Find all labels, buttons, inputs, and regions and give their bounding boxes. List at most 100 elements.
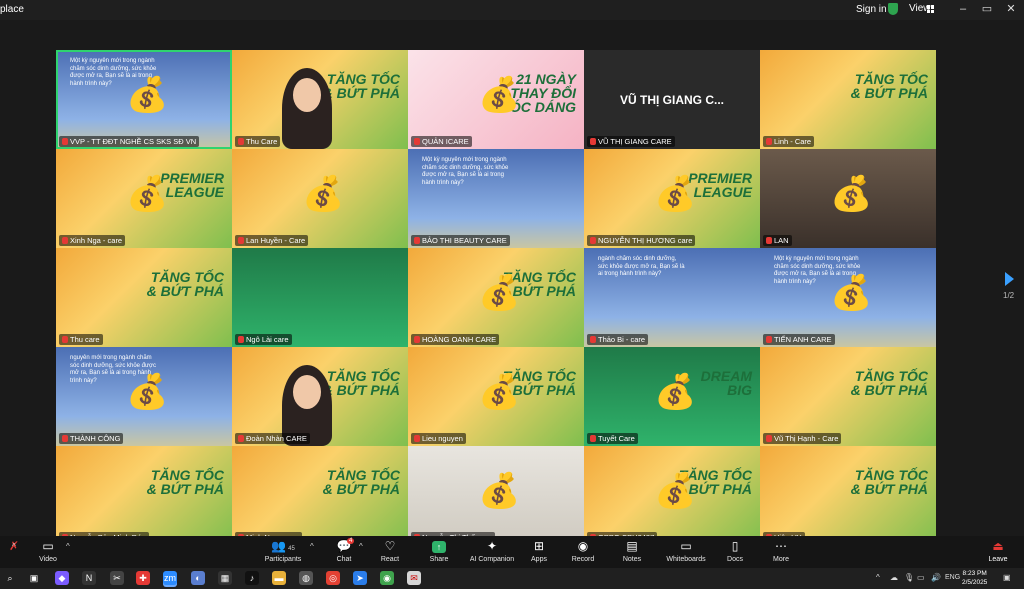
money-bag-sticker-icon: 💰	[302, 175, 345, 213]
participant-tile[interactable]: TĂNG TỐC & BỨT PHÁMinh Ngọc care	[232, 446, 408, 545]
participant-tile[interactable]: Một kỳ nguyên mới trong ngành chăm sóc d…	[408, 149, 584, 248]
window-titlebar: place Sign in View – ▭ ✕	[0, 0, 1024, 20]
capcut-icon[interactable]: ✂	[110, 571, 124, 585]
participant-tile[interactable]: nguyên mới trong ngành chăm sóc dinh dưỡ…	[56, 347, 232, 446]
mic-muted-icon	[62, 336, 68, 343]
participant-tile[interactable]: TĂNG TỐC & BỨT PHÁ Vũ Thị Hạnh - Care	[760, 347, 936, 446]
notion-icon[interactable]: N	[82, 571, 96, 585]
mic-muted-icon	[238, 435, 244, 442]
participant-tile[interactable]: ngành chăm sóc dinh dưỡng, sức khỏe được…	[584, 248, 760, 347]
copilot-icon[interactable]: ◆	[55, 571, 69, 585]
record-button[interactable]: ◉ Record	[555, 538, 611, 563]
participant-name-label: TIẾN ANH CARE	[763, 334, 835, 345]
share-button[interactable]: ↑ Share	[411, 538, 467, 563]
video-label: Video	[39, 556, 57, 563]
background-banner-text: TĂNG TỐC & BỨT PHÁ	[850, 368, 928, 398]
app-icon[interactable]: ✚	[136, 571, 150, 585]
telegram-icon[interactable]: ➤	[353, 571, 367, 585]
media-icon[interactable]: ▦	[218, 571, 232, 585]
close-button[interactable]: ✕	[1004, 2, 1018, 16]
participant-name-text: NGUYỄN THỊ HƯƠNG care	[598, 236, 693, 245]
participant-name-text: QUẢN ICARE	[422, 137, 469, 146]
volume-icon[interactable]: 🔊	[931, 573, 941, 582]
participant-tile[interactable]: TĂNG TỐC & BỨT PHÁ 💰 HOÀNG OANH CARE	[408, 248, 584, 347]
system-clock[interactable]: 8:23 PM 2/5/2025	[962, 569, 987, 587]
participant-tile[interactable]: Một kỳ nguyên mới trong ngành chăm sóc d…	[56, 50, 232, 149]
participant-name-text: THÀNH CÔNG	[70, 434, 121, 443]
more-button[interactable]: ⋯ More	[753, 538, 809, 563]
participant-tile[interactable]: PREMIER LEAGUE 💰 NGUYỄN THỊ HƯƠNG care	[584, 149, 760, 248]
participant-name-text: Tuyết Care	[598, 434, 635, 443]
view-grid-icon[interactable]	[927, 5, 935, 13]
participant-name-label: HOÀNG OANH CARE	[411, 334, 500, 345]
audio-options-caret-icon[interactable]: ^	[12, 542, 16, 551]
notes-button[interactable]: ▤ Notes	[604, 538, 660, 563]
language-indicator[interactable]: ENG	[945, 574, 960, 581]
participants-button[interactable]: 👥 45 Participants	[255, 538, 311, 563]
money-bag-sticker-icon: 💰	[478, 472, 521, 510]
sign-in-button[interactable]: Sign in	[856, 4, 887, 15]
background-banner-text: TĂNG TỐC & BỨT PHÁ	[146, 269, 224, 299]
participant-tile[interactable]: 💰 Lan Huyền - Care	[232, 149, 408, 248]
search-icon[interactable]: ⌕	[3, 571, 17, 585]
money-bag-sticker-icon: 💰	[478, 274, 521, 312]
money-bag-sticker-icon: 💰	[654, 472, 697, 510]
leave-icon: ⏏	[992, 539, 1004, 553]
app-icon[interactable]: ◐	[191, 571, 205, 585]
participant-tile[interactable]: 💰 LAN	[760, 149, 936, 248]
video-options-caret-icon[interactable]: ^	[66, 542, 70, 551]
maximize-button[interactable]: ▭	[980, 2, 994, 16]
participant-tile[interactable]: TĂNG TỐC & BỨT PHÁ💰OPPO CPH2487	[584, 446, 760, 545]
chrome-icon[interactable]: ◎	[326, 571, 340, 585]
participant-name-label: Thu Care	[235, 136, 281, 147]
participant-name-label: NGUYỄN THỊ HƯƠNG care	[587, 235, 696, 246]
gallery-grid: Một kỳ nguyên mới trong ngành chăm sóc d…	[56, 50, 936, 545]
page-indicator: 1/2	[1003, 291, 1015, 300]
meeting-stage: Một kỳ nguyên mới trong ngành chăm sóc d…	[0, 20, 1024, 545]
notification-icon[interactable]: ▣	[1003, 573, 1011, 582]
more-icon: ⋯	[775, 539, 787, 553]
onedrive-icon[interactable]: ☁	[890, 573, 898, 582]
participant-tile[interactable]: Ngô Lài care	[232, 248, 408, 347]
participant-tile[interactable]: PREMIER LEAGUE 💰 Xinh Nga - care	[56, 149, 232, 248]
participant-name-text: Thảo Bi - care	[598, 335, 646, 344]
money-bag-sticker-icon: 💰	[126, 175, 169, 213]
app-icon[interactable]: ◉	[380, 571, 394, 585]
next-page-arrow-icon[interactable]	[1005, 272, 1014, 286]
participant-tile[interactable]: TĂNG TỐC & BỨT PHÁ 💰 Lieu nguyen	[408, 347, 584, 446]
chevron-up-icon[interactable]: ^	[876, 573, 880, 582]
app-icon[interactable]: ✉	[407, 571, 421, 585]
participant-face	[293, 78, 321, 112]
participant-tile[interactable]: 21 NGÀY THAY ĐỔI VÓC DÁNG 💰 QUẢN ICARE	[408, 50, 584, 149]
react-button[interactable]: ♡ React	[362, 538, 418, 563]
participant-tile[interactable]: TĂNG TỐC & BỨT PHÁNguyễn Bảo Minh Đức	[56, 446, 232, 545]
participants-caret-icon[interactable]: ^	[310, 542, 314, 551]
share-icon: ↑	[411, 538, 467, 554]
app-icon[interactable]: ◍	[299, 571, 313, 585]
participant-tile[interactable]: TĂNG TỐC & BỨT PHÁ Thu Care	[232, 50, 408, 149]
whiteboards-button[interactable]: ▭ Whiteboards	[658, 538, 714, 563]
participant-tile[interactable]: 💰Nguyễn Thị Thế care	[408, 446, 584, 545]
mic-muted-icon	[414, 435, 420, 442]
microphone-icon[interactable]: 🎙	[904, 573, 914, 582]
network-icon[interactable]: ▭	[917, 573, 925, 582]
participant-name-label: Xinh Nga - care	[59, 235, 126, 246]
participant-tile[interactable]: DREAM BIG 💰 Tuyết Care	[584, 347, 760, 446]
participant-name-label: Thảo Bi - care	[587, 334, 649, 345]
zoom-icon[interactable]: zm	[163, 571, 177, 585]
mic-muted-icon	[62, 138, 68, 145]
participant-tile[interactable]: TĂNG TỐC & BỨT PHÁ Đoàn Nhàn CARE	[232, 347, 408, 446]
participant-tile[interactable]: VŨ THỊ GIANG C... VŨ THỊ GIANG CARE	[584, 50, 760, 149]
task-view-icon[interactable]: ▣	[27, 571, 41, 585]
participant-tile[interactable]: TĂNG TỐC & BỨT PHÁ Linh - Care	[760, 50, 936, 149]
file-explorer-icon[interactable]: ▬	[272, 571, 286, 585]
leave-button[interactable]: ⏏ Leave	[970, 538, 1024, 563]
participant-tile[interactable]: Một kỳ nguyên mới trong ngành chăm sóc d…	[760, 248, 936, 347]
participant-tile[interactable]: TĂNG TỐC & BỨT PHÁ Thu care	[56, 248, 232, 347]
participant-tile[interactable]: TĂNG TỐC & BỨT PHÁHiệp VY	[760, 446, 936, 545]
clock-time: 8:23 PM	[962, 570, 987, 577]
background-banner-text: TĂNG TỐC & BỨT PHÁ	[322, 368, 400, 398]
tiktok-icon[interactable]: ♪	[245, 571, 259, 585]
minimize-button[interactable]: –	[956, 2, 970, 16]
mic-muted-icon	[766, 435, 772, 442]
